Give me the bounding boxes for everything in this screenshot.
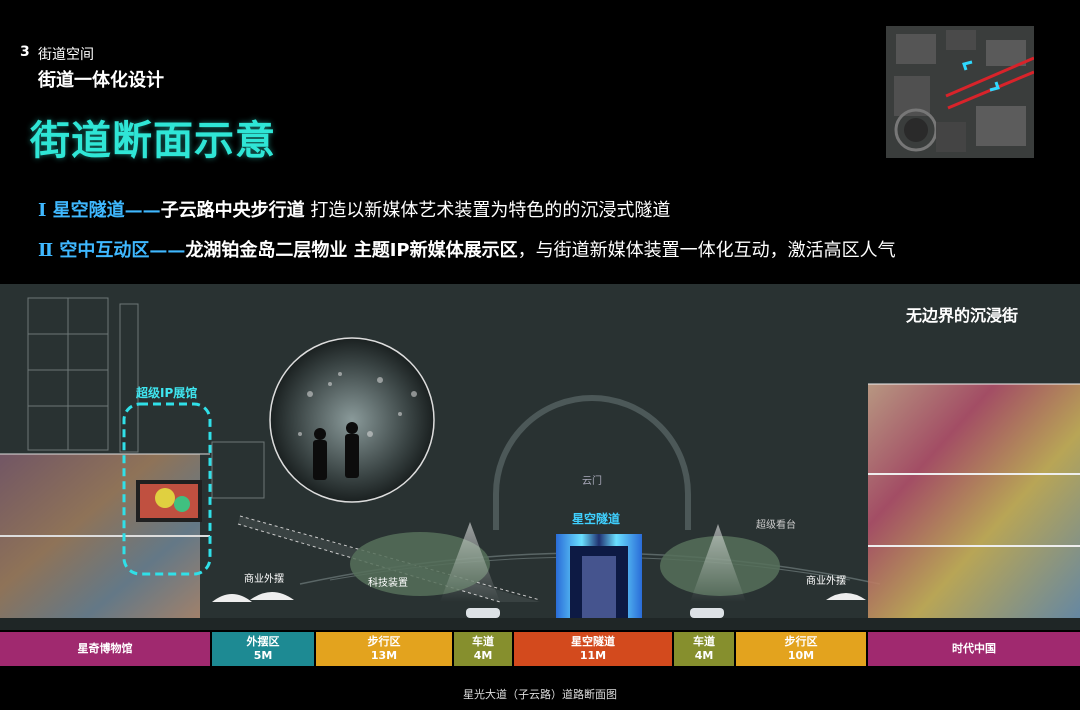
description-line-2: Ⅱ 空中互动区——龙湖铂金岛二层物业 主题IP新媒体展示区，与街道新媒体装置一体…	[38, 236, 896, 262]
zone-name: 星空隧道	[571, 635, 615, 648]
zone-pedestrian-right: 步行区 10M	[736, 632, 866, 666]
zone-name: 外摆区	[246, 635, 280, 648]
zone-lane-right: 车道 4M	[674, 632, 734, 666]
zone-width: 4M	[473, 649, 493, 662]
zone-star-tunnel: 星空隧道 11M	[514, 632, 672, 666]
tunnel-label: 星空隧道	[572, 512, 621, 526]
tech-label: 科技装置	[368, 578, 408, 589]
zone-width: 13M	[370, 649, 398, 662]
zone-name: 星奇博物馆	[77, 642, 133, 655]
commerce-right-label: 商业外摆	[806, 576, 846, 587]
zone-name: 车道	[693, 635, 715, 648]
description-bold: 龙湖铂金岛二层物业 主题IP新媒体展示区	[185, 240, 518, 261]
location-map	[886, 26, 1034, 158]
zone-lane-left: 车道 4M	[454, 632, 512, 666]
diagram-caption: 星光大道（子云路）道路断面图	[463, 688, 617, 701]
zone-width: 5M	[253, 649, 273, 662]
zone-name: 步行区	[784, 635, 818, 648]
zone-name: 车道	[472, 635, 494, 648]
description-prefix: Ⅰ 星空隧道——	[38, 200, 161, 221]
zone-pedestrian-left: 步行区 13M	[316, 632, 452, 666]
stand-label: 超级看台	[756, 520, 796, 531]
zone-times-china: 时代中国	[868, 632, 1080, 666]
description-line-1: Ⅰ 星空隧道——子云路中央步行道 打造以新媒体艺术装置为特色的的沉浸式隧道	[38, 196, 670, 222]
ip-hall-label: 超级IP展馆	[136, 386, 198, 400]
zone-width: 11M	[579, 649, 607, 662]
zone-width: 10M	[787, 649, 815, 662]
commerce-left-label: 商业外摆	[244, 574, 284, 585]
section-title: 街道空间	[38, 47, 94, 63]
description-rest: 打造以新媒体艺术装置为特色的的沉浸式隧道	[304, 200, 671, 221]
zone-outdoor: 外摆区 5M	[212, 632, 314, 666]
zone-width: 4M	[694, 649, 714, 662]
zone-name: 步行区	[367, 635, 401, 648]
page-title: 街道断面示意	[30, 118, 276, 164]
sub-title: 街道一体化设计	[38, 70, 164, 91]
street-section-diagram: 无边界的沉浸街 超级IP展馆 云门 星空隧道 超级看台 科技装置 商业外摆 商业…	[0, 284, 1080, 630]
description-bold: 子云路中央步行道	[160, 200, 305, 221]
section-number: 3	[20, 44, 30, 60]
zone-name: 时代中国	[952, 642, 996, 655]
description-prefix: Ⅱ 空中互动区——	[38, 240, 186, 261]
description-rest: ，与街道新媒体装置一体化互动，激活高区人气	[517, 240, 896, 261]
diagram-corner-title: 无边界的沉浸街	[906, 306, 1019, 325]
zone-museum: 星奇博物馆	[0, 632, 210, 666]
cloud-gate-label: 云门	[582, 476, 602, 487]
